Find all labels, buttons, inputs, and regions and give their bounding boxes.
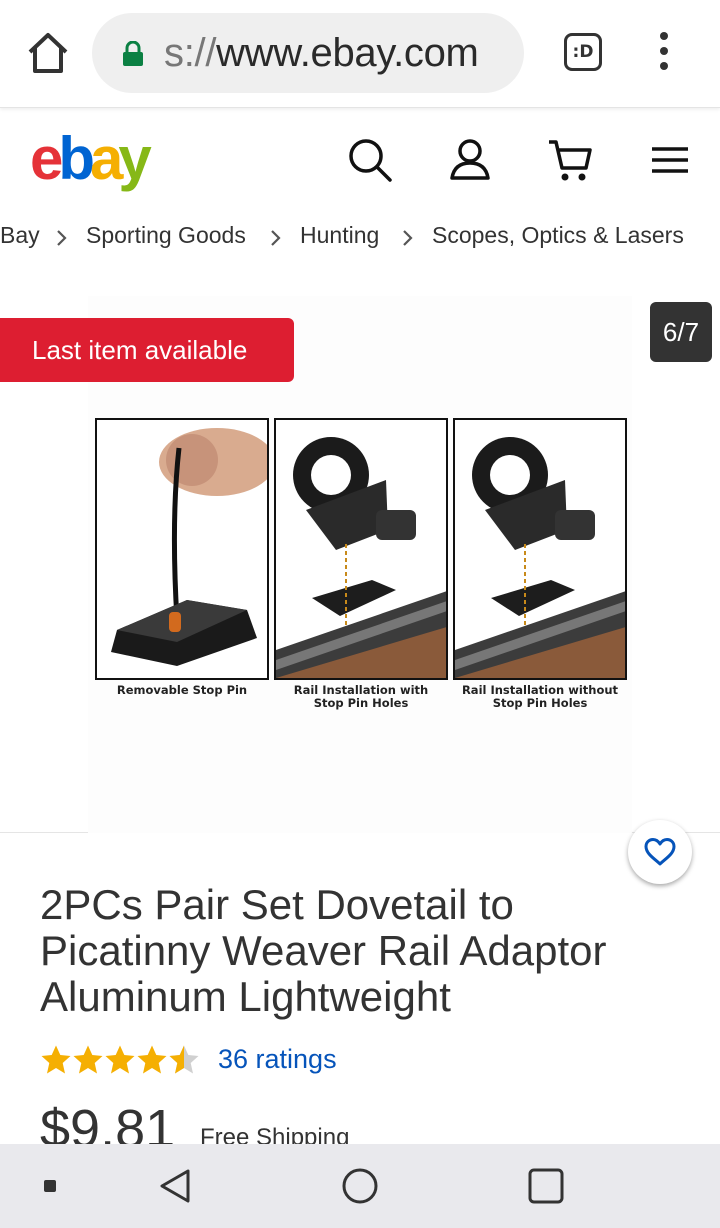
last-item-badge: Last item available bbox=[0, 318, 294, 382]
caption-without-holes: Rail Installation without Stop Pin Holes bbox=[461, 683, 619, 710]
caption-with-holes: Rail Installation with Stop Pin Holes bbox=[293, 683, 429, 710]
dot-indicator-icon bbox=[44, 1180, 56, 1192]
account-icon[interactable] bbox=[446, 136, 494, 184]
home-icon[interactable] bbox=[24, 30, 72, 76]
system-nav-bar bbox=[0, 1144, 720, 1228]
search-icon[interactable] bbox=[346, 136, 394, 184]
caption-stop-pin: Removable Stop Pin bbox=[116, 683, 248, 697]
chevron-right-icon bbox=[57, 230, 67, 246]
star-full-icon bbox=[41, 1045, 71, 1074]
cart-icon[interactable] bbox=[546, 136, 594, 184]
url-bar[interactable]: s://www.ebay.com bbox=[92, 13, 524, 93]
breadcrumb-item-sporting-goods[interactable]: Sporting Goods bbox=[86, 222, 246, 249]
breadcrumb-item-scopes[interactable]: Scopes, Optics & Lasers bbox=[432, 222, 684, 249]
ratings-link[interactable]: 36 ratings bbox=[218, 1044, 337, 1075]
ebay-logo[interactable]: ebay bbox=[30, 124, 152, 193]
star-full-icon bbox=[105, 1045, 135, 1074]
site-header: ebay bbox=[0, 108, 720, 208]
chevron-right-icon bbox=[403, 230, 413, 246]
product-title: 2PCs Pair Set Dovetail to Picatinny Weav… bbox=[40, 881, 607, 1020]
browser-toolbar: s://www.ebay.com :D bbox=[0, 0, 720, 108]
star-half-icon bbox=[169, 1045, 199, 1074]
back-icon[interactable] bbox=[156, 1166, 196, 1206]
url-text: s://www.ebay.com bbox=[164, 31, 479, 76]
star-full-icon bbox=[73, 1045, 103, 1074]
hamburger-icon[interactable] bbox=[646, 136, 694, 184]
image-panel-with-holes bbox=[274, 418, 448, 680]
product-image-gallery[interactable]: Removable Stop Pin Rail Installation wit… bbox=[0, 278, 720, 833]
url-scheme: s:// bbox=[164, 31, 217, 75]
more-vert-icon[interactable] bbox=[652, 32, 676, 74]
image-counter: 6/7 bbox=[650, 302, 712, 362]
image-panel-stop-pin bbox=[95, 418, 269, 680]
star-full-icon bbox=[137, 1045, 167, 1074]
image-panel-without-holes bbox=[453, 418, 627, 680]
recents-icon[interactable] bbox=[526, 1166, 566, 1206]
breadcrumb: Bay Sporting Goods Hunting Scopes, Optic… bbox=[0, 222, 720, 256]
breadcrumb-item-hunting[interactable]: Hunting bbox=[300, 222, 379, 249]
home-circle-icon[interactable] bbox=[340, 1166, 380, 1206]
heart-icon bbox=[644, 838, 676, 866]
breadcrumb-item-ebay[interactable]: Bay bbox=[0, 222, 40, 249]
lock-icon bbox=[123, 41, 143, 66]
url-domain: www.ebay.com bbox=[216, 31, 479, 75]
chevron-right-icon bbox=[271, 230, 281, 246]
watch-button[interactable] bbox=[628, 820, 692, 884]
tabs-icon[interactable]: :D bbox=[564, 33, 602, 71]
